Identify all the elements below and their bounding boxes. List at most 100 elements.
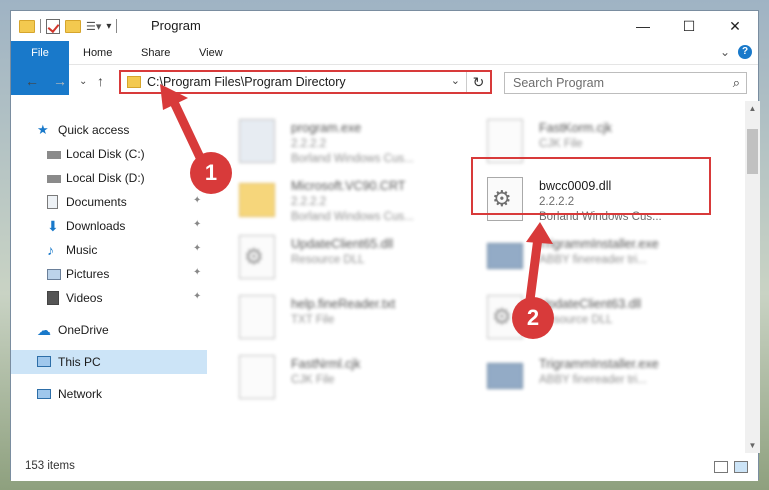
pictures-icon	[47, 269, 61, 280]
drive-icon	[47, 151, 61, 159]
vertical-scrollbar[interactable]: ▲ ▼	[745, 101, 760, 453]
sidebar-item-label: OneDrive	[58, 323, 109, 337]
pin-icon: ✦	[193, 219, 202, 230]
help-icon[interactable]: ?	[738, 45, 752, 59]
file-item[interactable]: TrigrammInstaller.exe ABBY finereader tr…	[481, 231, 716, 285]
close-button[interactable]: ✕	[712, 11, 758, 41]
file-item[interactable]: TrigrammInstaller.exe ABBY finereader tr…	[481, 351, 716, 405]
details-view-icon[interactable]	[714, 461, 728, 473]
customize-toolbar-icon[interactable]: ☰▾	[86, 20, 101, 33]
search-icon[interactable]: ⌕	[733, 75, 740, 91]
star-icon: ★	[37, 122, 49, 137]
file-version: 2.2.2.2	[291, 196, 327, 208]
pin-icon: ✦	[193, 267, 202, 278]
quick-access-toolbar: ☰▾ ▾	[19, 17, 118, 35]
sidebar-item-onedrive[interactable]: ☁ OneDrive	[11, 319, 207, 341]
sidebar-item-videos[interactable]: Videos ✦	[11, 287, 207, 309]
address-dropdown-icon[interactable]: ⌄	[451, 74, 460, 87]
sidebar-item-local-disk-d[interactable]: Local Disk (D:) ✦	[11, 167, 207, 189]
highlight-box	[471, 157, 711, 215]
sidebar-item-label: This PC	[58, 355, 101, 369]
new-folder-icon[interactable]	[65, 19, 81, 33]
pin-icon: ✦	[193, 243, 202, 254]
refresh-button[interactable]: ↻	[466, 72, 490, 92]
drive-icon	[47, 175, 61, 183]
forward-button[interactable]: →	[53, 73, 67, 89]
sidebar-item-network[interactable]: Network	[11, 383, 207, 405]
tab-home[interactable]: Home	[71, 41, 124, 65]
scroll-down-icon[interactable]: ▼	[745, 438, 760, 453]
installer-icon	[487, 243, 523, 269]
file-item[interactable]: UpdateClient65.dll Resource DLL	[233, 231, 468, 285]
expand-ribbon-icon[interactable]: ⌄	[720, 45, 730, 59]
maximize-button[interactable]: ☐	[666, 11, 712, 41]
annotation-badge-2: 2	[512, 297, 554, 339]
download-icon: ⬇	[47, 218, 59, 234]
scroll-up-icon[interactable]: ▲	[745, 101, 760, 116]
properties-icon[interactable]	[46, 18, 60, 34]
scroll-thumb[interactable]	[747, 129, 758, 174]
explorer-window: ☰▾ ▾ Program — ☐ ✕ File Home Share View …	[10, 10, 760, 481]
back-button[interactable]: ←	[25, 73, 39, 89]
sidebar-item-label: Downloads	[66, 219, 126, 233]
annotation-badge-1: 1	[190, 152, 232, 194]
folder-icon[interactable]	[19, 19, 35, 33]
sidebar-item-label: Pictures	[66, 267, 110, 281]
minimize-button[interactable]: —	[620, 11, 666, 41]
sidebar-item-label: Local Disk (D:)	[66, 171, 145, 185]
tab-share[interactable]: Share	[129, 41, 182, 65]
window-controls: — ☐ ✕	[620, 11, 758, 41]
file-name: TrigrammInstaller.exe	[539, 237, 659, 251]
sidebar-item-this-pc[interactable]: This PC	[11, 350, 207, 374]
address-bar[interactable]: C:\Program Files\Program Directory ⌄ ↻	[119, 70, 492, 94]
file-version: 2.2.2.2	[291, 138, 327, 150]
documents-icon	[47, 195, 58, 209]
navigation-pane: ★ Quick access Local Disk (C:) ✦ Local D…	[11, 101, 207, 453]
up-button[interactable]: ↑	[97, 73, 104, 89]
file-name: UpdateClient63.dll	[539, 297, 642, 311]
search-box[interactable]: Search Program ⌕	[504, 72, 747, 94]
dll-gear-icon	[239, 235, 275, 279]
file-item[interactable]: help.fineReader.txt TXT File	[233, 291, 468, 345]
computer-icon	[37, 356, 51, 367]
file-name: UpdateClient65.dll	[291, 237, 394, 251]
sidebar-item-label: Quick access	[58, 123, 130, 137]
address-path[interactable]: C:\Program Files\Program Directory	[147, 75, 346, 89]
exe-icon	[239, 119, 275, 163]
file-description: Borland Windows Cus...	[291, 211, 414, 223]
chevron-down-icon[interactable]: ▾	[106, 21, 111, 32]
item-count: 153 items	[25, 460, 75, 472]
file-version: TXT File	[291, 314, 335, 326]
installer-icon	[487, 363, 523, 389]
file-item[interactable]: FastNrml.cjk CJK File	[233, 351, 468, 405]
large-icons-view-icon[interactable]	[734, 461, 748, 473]
sidebar-item-pictures[interactable]: Pictures ✦	[11, 263, 207, 285]
status-bar: 153 items	[11, 455, 758, 481]
file-name: Microsoft.VC90.CRT	[291, 179, 406, 193]
sidebar-item-music[interactable]: ♪ Music ✦	[11, 239, 207, 261]
file-name: FastKorm.cjk	[539, 121, 612, 135]
file-version: CJK File	[291, 374, 335, 386]
sidebar-item-documents[interactable]: Documents ✦	[11, 191, 207, 213]
window-title: Program	[151, 18, 201, 33]
file-item[interactable]: program.exe 2.2.2.2 Borland Windows Cus.…	[233, 115, 468, 169]
folder-icon	[127, 76, 141, 88]
tab-view[interactable]: View	[187, 41, 235, 65]
search-placeholder: Search Program	[513, 76, 605, 90]
file-version: ABBY finereader tri...	[539, 374, 647, 386]
videos-icon	[47, 291, 59, 305]
file-name: FastNrml.cjk	[291, 357, 361, 371]
text-file-icon	[239, 295, 275, 339]
sidebar-item-local-disk-c[interactable]: Local Disk (C:) ✦	[11, 143, 207, 165]
folder-icon	[239, 183, 275, 217]
sidebar-item-label: Network	[58, 387, 103, 401]
file-item[interactable]: Microsoft.VC90.CRT 2.2.2.2 Borland Windo…	[233, 173, 468, 227]
recent-locations-button[interactable]: ⌄	[79, 76, 87, 87]
file-name: TrigrammInstaller.exe	[539, 357, 659, 371]
sidebar-item-downloads[interactable]: ⬇ Downloads ✦	[11, 215, 207, 237]
file-name: help.fineReader.txt	[291, 297, 396, 311]
file-name: program.exe	[291, 121, 362, 135]
sidebar-item-label: Local Disk (C:)	[66, 147, 145, 161]
cloud-icon: ☁	[37, 322, 51, 338]
sidebar-item-quick-access[interactable]: ★ Quick access	[11, 119, 207, 141]
